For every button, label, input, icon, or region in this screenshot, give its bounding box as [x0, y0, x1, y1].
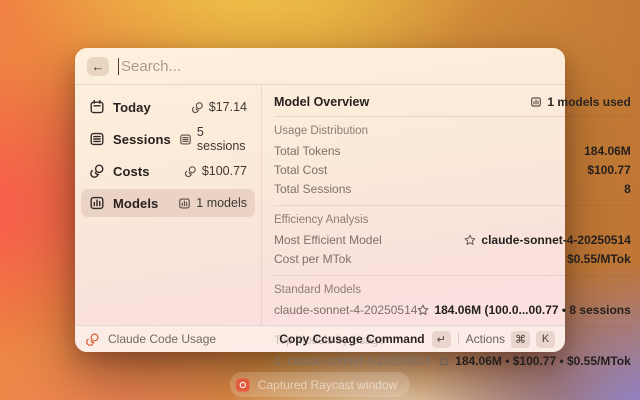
meta-row: Total Tokens 184.06M	[274, 142, 631, 159]
detail-title: Model Overview	[274, 95, 369, 109]
search-bar: ← Search...	[75, 48, 565, 85]
star-icon	[438, 355, 450, 367]
extension-identity: Claude Code Usage	[85, 332, 216, 347]
extension-name: Claude Code Usage	[108, 332, 216, 346]
sidebar-item-label: Sessions	[113, 132, 171, 147]
meta-row: Most Efficient Model claude-sonnet-4-202…	[274, 231, 631, 248]
sidebar-item-models[interactable]: Models 1 models	[81, 189, 255, 217]
sidebar: Today $17.14 Sessions 5 sessions	[75, 85, 262, 325]
detail-panel: Model Overview 1 models used Usage Distr…	[262, 85, 640, 325]
raycast-window: ← Search... Today $17.14 Sess	[75, 48, 565, 352]
capture-toast: Captured Raycast window	[230, 372, 410, 397]
sidebar-item-value: 5 sessions	[179, 125, 247, 153]
bar-chart-icon	[178, 197, 191, 210]
meta-row: 1. claude-sonnet-4-20250514 184.06M • $1…	[274, 352, 631, 369]
copy-ccusage-command-button[interactable]: Copy Ccusage Command ↵	[279, 331, 450, 348]
bar-chart-icon	[89, 195, 105, 211]
coins-icon	[89, 163, 105, 179]
action-bar: Claude Code Usage Copy Ccusage Command ↵…	[75, 325, 565, 352]
search-placeholder: Search...	[121, 58, 181, 75]
calendar-icon	[89, 99, 105, 115]
sidebar-item-costs[interactable]: Costs $100.77	[81, 157, 255, 185]
sidebar-item-value: $100.77	[184, 164, 247, 178]
search-input[interactable]: Search...	[118, 48, 553, 84]
section-title: Usage Distribution	[274, 121, 631, 142]
command-key-badge: ⌘	[511, 331, 530, 348]
detail-header: Model Overview 1 models used	[274, 92, 631, 117]
list-icon	[179, 133, 192, 146]
k-key-badge: K	[536, 331, 555, 348]
footer-divider	[458, 333, 459, 345]
coins-icon	[184, 165, 197, 178]
section-title: Standard Models	[274, 280, 631, 301]
sidebar-item-value: 1 models	[178, 196, 247, 210]
star-icon	[417, 304, 429, 316]
coins-icon	[85, 332, 100, 347]
sidebar-item-value: $17.14	[191, 100, 247, 114]
raycast-capture-icon	[236, 378, 250, 392]
meta-row: Total Cost $100.77	[274, 161, 631, 178]
meta-row: claude-sonnet-4-20250514 184.06M (100.0.…	[274, 301, 631, 318]
sidebar-item-today[interactable]: Today $17.14	[81, 93, 255, 121]
section-standard-models: Standard Models claude-sonnet-4-20250514…	[274, 275, 631, 326]
back-button[interactable]: ←	[87, 57, 109, 76]
section-title: Efficiency Analysis	[274, 210, 631, 231]
section-usage-distribution: Usage Distribution Total Tokens 184.06M …	[274, 117, 631, 205]
bar-chart-icon	[530, 96, 542, 108]
toast-message: Captured Raycast window	[258, 378, 397, 392]
list-icon	[89, 131, 105, 147]
coins-icon	[191, 101, 204, 114]
models-used-badge: 1 models used	[530, 95, 630, 109]
meta-row: Total Sessions 8	[274, 180, 631, 197]
section-efficiency-analysis: Efficiency Analysis Most Efficient Model…	[274, 205, 631, 275]
actions-menu-button[interactable]: Actions ⌘ K	[466, 331, 555, 348]
meta-row: Cost per MTok $0.55/MTok	[274, 250, 631, 267]
text-cursor	[118, 58, 119, 75]
sidebar-item-label: Models	[113, 196, 158, 211]
sidebar-item-sessions[interactable]: Sessions 5 sessions	[81, 125, 255, 153]
return-key-badge: ↵	[432, 331, 451, 348]
star-icon	[464, 234, 476, 246]
sidebar-item-label: Today	[113, 100, 151, 115]
sidebar-item-label: Costs	[113, 164, 150, 179]
